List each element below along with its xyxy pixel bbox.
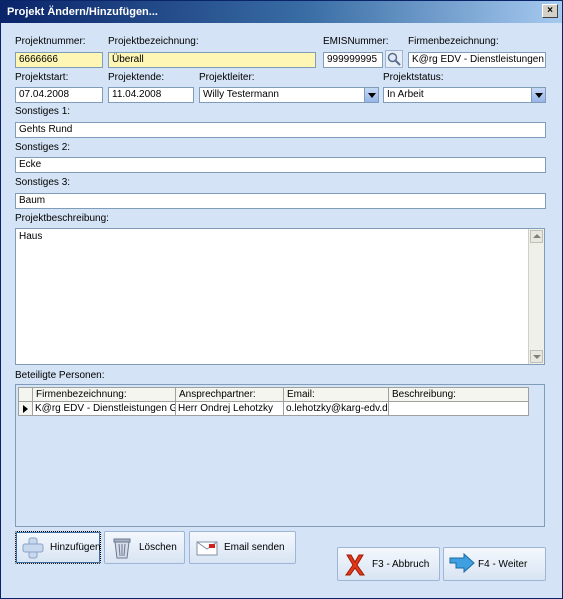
chevron-down-icon[interactable] (531, 88, 545, 102)
beschreibung-label: Projektbeschreibung: (15, 213, 109, 224)
dialog-window: Projekt Ändern/Hinzufügen... × Projektnu… (0, 0, 563, 599)
projektende-label: Projektende: (108, 72, 165, 83)
projektende-field[interactable]: 11.04.2008 (108, 87, 194, 103)
row-selector-icon[interactable] (18, 402, 33, 416)
sonstiges3-label: Sonstiges 3: (15, 177, 71, 188)
delete-button[interactable]: Löschen (104, 531, 185, 564)
email-button-label: Email senden (224, 542, 285, 553)
projektstatus-select[interactable]: In Arbeit (383, 87, 546, 103)
emisnummer-label: EMISNummer: (323, 36, 389, 47)
title-bar[interactable]: Projekt Ändern/Hinzufügen... × (1, 1, 562, 23)
envelope-icon (194, 536, 220, 560)
cancel-button-label: F3 - Abbruch (372, 558, 430, 570)
search-button[interactable] (385, 50, 403, 68)
plus-icon (20, 536, 46, 560)
window-title: Projekt Ändern/Hinzufügen... (7, 6, 158, 18)
table-cell[interactable]: Herr Ondrej Lehotzky (176, 402, 284, 416)
sonstiges2-label: Sonstiges 2: (15, 142, 71, 153)
arrow-right-icon (448, 552, 475, 576)
next-button[interactable]: F4 - Weiter (443, 547, 546, 581)
chevron-down-icon[interactable] (364, 88, 378, 102)
projektstatus-value: In Arbeit (387, 89, 424, 100)
projektstart-label: Projektstart: (15, 72, 69, 83)
beschreibung-value: Haus (19, 231, 43, 242)
scroll-down-icon[interactable] (530, 350, 543, 363)
sonstiges2-field[interactable]: Ecke (15, 157, 546, 173)
grid-corner (18, 387, 33, 402)
scroll-up-icon[interactable] (530, 230, 543, 243)
close-button[interactable]: × (542, 4, 558, 18)
projektbezeichnung-label: Projektbezeichnung: (108, 36, 199, 47)
table-cell[interactable]: K@rg EDV - Dienstleistungen Gr (33, 402, 176, 416)
projektstart-field[interactable]: 07.04.2008 (15, 87, 103, 103)
column-header[interactable]: Ansprechpartner: (176, 387, 284, 402)
add-button-label: Hinzufügen (50, 542, 101, 553)
projektleiter-label: Projektleiter: (199, 72, 255, 83)
column-header[interactable]: Beschreibung: (389, 387, 529, 402)
projektbezeichnung-field[interactable]: Überall (108, 52, 316, 68)
cancel-button[interactable]: F3 - Abbruch (337, 547, 440, 581)
column-header[interactable]: Firmenbezeichnung: (33, 387, 176, 402)
firmenbezeichnung-label: Firmenbezeichnung: (408, 36, 499, 47)
sonstiges3-field[interactable]: Baum (15, 193, 546, 209)
projektleiter-select[interactable]: Willy Testermann (199, 87, 379, 103)
projektleiter-value: Willy Testermann (203, 89, 279, 100)
persons-label: Beteiligte Personen: (15, 370, 105, 381)
sonstiges1-label: Sonstiges 1: (15, 106, 71, 117)
projektnummer-label: Projektnummer: (15, 36, 86, 47)
next-button-label: F4 - Weiter (478, 558, 528, 570)
projektnummer-field[interactable]: 6666666 (15, 52, 103, 68)
magnifier-icon (387, 52, 401, 66)
delete-button-label: Löschen (139, 542, 177, 553)
table-cell[interactable]: o.lehotzky@karg-edv.de (284, 402, 389, 416)
sonstiges1-field[interactable]: Gehts Rund (15, 122, 546, 138)
firmenbezeichnung-field[interactable]: K@rg EDV - Dienstleistungen G (408, 52, 546, 68)
beschreibung-textarea[interactable]: Haus (15, 228, 545, 365)
add-button[interactable]: Hinzufügen (15, 531, 101, 564)
table-cell[interactable] (389, 402, 529, 416)
persons-grid[interactable]: Firmenbezeichnung: Ansprechpartner: Emai… (15, 384, 545, 527)
trash-icon (109, 536, 135, 560)
emisnummer-field[interactable]: 999999995 (323, 52, 383, 68)
vertical-scrollbar[interactable] (528, 229, 544, 364)
column-header[interactable]: Email: (284, 387, 389, 402)
red-x-icon (342, 552, 368, 576)
projektstatus-label: Projektstatus: (383, 72, 444, 83)
email-button[interactable]: Email senden (189, 531, 296, 564)
